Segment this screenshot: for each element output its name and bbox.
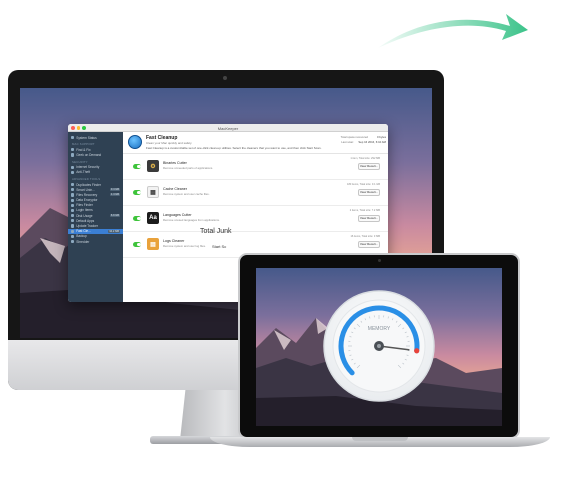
- backup-icon: [71, 234, 75, 238]
- title-bar: MacKeeper: [68, 124, 388, 132]
- duplicates-icon: [71, 182, 75, 187]
- uninstall-icon: [71, 188, 75, 192]
- laptop-notch: [352, 437, 408, 441]
- sidebar-item-label: Smart Unin...: [76, 187, 95, 192]
- sidebar-item-label: Anti-Theft: [76, 170, 91, 175]
- laptop-camera: [378, 259, 381, 262]
- sidebar-section-heading: SECURITY: [72, 159, 88, 164]
- tools-icon: [71, 148, 75, 152]
- finder-icon: [71, 203, 75, 207]
- sidebar-item[interactable]: Shredder: [68, 239, 123, 244]
- sidebar-item-label: Disk Usage: [76, 213, 93, 218]
- cleaner-list: ⚙ Binaries Cutter Remove unneeded parts of…: [123, 154, 388, 258]
- login-icon: [71, 208, 75, 213]
- view-result-button[interactable]: View Result...: [358, 215, 380, 222]
- sidebar-item-label: Find & Fix: [76, 147, 91, 152]
- cleaner-result-summary: 16 items, Total size: 3 MB: [350, 235, 380, 238]
- last-scan-value: Sep 16 2016, 6:10 AM: [358, 140, 386, 144]
- sidebar-item-label: Shredder: [76, 239, 90, 244]
- shredder-icon: [71, 240, 75, 244]
- fast-cleanup-icon: [128, 135, 142, 149]
- cleaner-name: Cache Cleaner: [163, 187, 187, 191]
- shield-icon: [71, 165, 75, 169]
- encrypt-icon: [71, 198, 75, 202]
- recovery-icon: [71, 193, 75, 197]
- update-icon: [71, 224, 75, 228]
- storage-value: 0 bytes: [376, 135, 386, 139]
- sidebar-item-label: Update Tracker: [76, 224, 98, 229]
- cleaner-result-summary: 1 item, Total size: 292 MB: [350, 157, 380, 160]
- binaries-icon: ⚙: [147, 160, 159, 172]
- sidebar-section-heading: ADVANCED TOOLS: [72, 176, 101, 181]
- sidebar-item-label: Default Apps: [76, 218, 95, 223]
- module-description: Fast Cleanup is a customizable set of on…: [146, 146, 322, 150]
- sidebar-section-heading: MAC SUPPORT: [72, 142, 95, 147]
- storage-label: Total space recovered: [340, 135, 368, 139]
- sidebar-item-label: Duplicates Finder: [76, 182, 101, 187]
- apps-icon: [71, 219, 75, 223]
- view-result-button[interactable]: View Result...: [358, 241, 380, 248]
- sidebar-item-label: Internet Security: [76, 165, 100, 170]
- gauge-end-marker: [414, 348, 420, 354]
- start-scan-button[interactable]: Start Sc: [212, 244, 226, 249]
- total-junk-label: Total Junk: [200, 228, 232, 235]
- sidebar-item-label: Geek on Demand: [76, 152, 102, 157]
- languages-icon: Aa: [147, 212, 159, 224]
- cleaner-name: Binaries Cutter: [163, 161, 187, 165]
- cleaner-name: Languages Cutter: [163, 213, 192, 217]
- lock-icon: [71, 170, 75, 174]
- window-title: MacKeeper: [217, 125, 239, 131]
- imac-camera: [223, 76, 227, 80]
- sidebar-item-size-badge: 0.4 GB: [109, 188, 120, 192]
- product-image: MacKeeper System Status MAC SUPPORT Find &…: [0, 0, 570, 488]
- sidebar-item-label: Login Items: [76, 208, 93, 213]
- cleaner-description: Remove system and user log files.: [163, 244, 206, 248]
- cleaner-row: ⚙ Binaries Cutter Remove unneeded parts of…: [123, 154, 388, 180]
- cleaner-result-summary: 183 items, Total size: 0.1 GB: [347, 183, 380, 186]
- memory-gauge: MEMORY: [323, 290, 435, 402]
- sidebar-item-label: Backup: [76, 234, 87, 239]
- cleaner-toggle[interactable]: [133, 242, 141, 247]
- cleaner-row: Aa Languages Cutter Remove unused language…: [123, 206, 388, 232]
- headset-icon: [71, 153, 75, 157]
- cleaner-toggle[interactable]: [133, 216, 141, 221]
- module-header: Fast Cleanup Clean your Mac quickly and …: [123, 132, 388, 154]
- cleaner-toggle[interactable]: [133, 164, 141, 169]
- sidebar-item-label: Files Recovery: [76, 192, 98, 197]
- sidebar-item-label: System Status: [76, 135, 97, 140]
- last-scan-label: Last scan:: [341, 140, 354, 144]
- broom-icon: [71, 229, 75, 233]
- sidebar-item-label: Files Finder: [76, 203, 93, 208]
- cleaner-toggle[interactable]: [133, 190, 141, 195]
- view-result-button[interactable]: View Result...: [358, 189, 380, 196]
- logs-icon: ▤: [147, 238, 159, 250]
- sidebar-item-label: Fast Cle...: [76, 229, 91, 234]
- sidebar: System Status MAC SUPPORT Find & Fix Geek o…: [68, 132, 123, 302]
- cleaner-row: ▦ Cache Cleaner Remove system and user cac…: [123, 180, 388, 206]
- module-subtitle: Clean your Mac quickly and safely.: [146, 141, 193, 145]
- cleaner-name: Logs Cleaner: [163, 239, 185, 243]
- arrow-icon: [378, 14, 528, 48]
- status-icon: [71, 136, 75, 140]
- sidebar-item-label: Data Encryptor: [76, 198, 98, 203]
- cleaner-description: Remove unneeded parts of applications.: [163, 166, 214, 170]
- gauge-label: MEMORY: [368, 326, 391, 332]
- view-result-button[interactable]: View Result...: [358, 163, 380, 170]
- cleaner-description: Remove system and user cache files.: [163, 192, 210, 196]
- cleaner-description: Remove unused languages from application…: [163, 218, 220, 222]
- sidebar-item-size-badge: 94.2 MB: [108, 229, 120, 233]
- cleaner-result-summary: 2 items, Total size: 7.2 MB: [349, 209, 380, 212]
- sidebar-item-size-badge: 1.4 GB: [109, 193, 120, 197]
- disk-icon: [71, 214, 75, 218]
- cache-icon: ▦: [147, 186, 159, 198]
- sidebar-item-size-badge: 6.9 GB: [109, 214, 120, 218]
